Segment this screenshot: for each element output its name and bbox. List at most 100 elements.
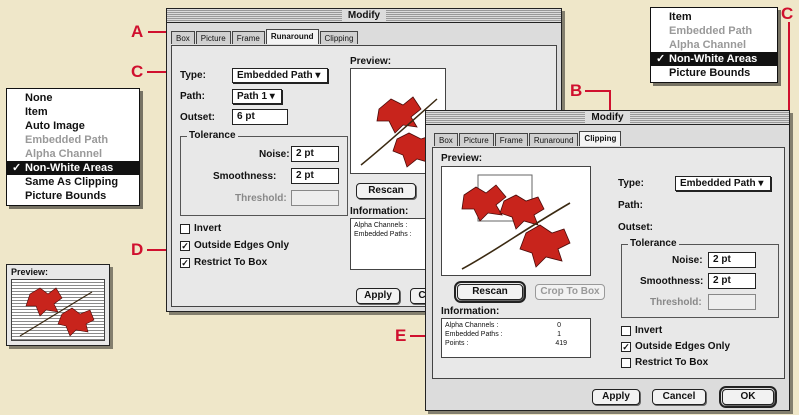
menu-item-item[interactable]: Item [651, 10, 777, 24]
checkmark-icon: ✓ [180, 257, 190, 268]
outside-edges-checkbox[interactable]: ✓ Outside Edges Only [621, 340, 730, 353]
menu-item-non-white-areas[interactable]: Non-White Areas [651, 52, 777, 66]
invert-checkbox[interactable]: Invert [621, 324, 662, 337]
ok-button[interactable]: OK [719, 386, 777, 408]
leaf-image [461, 174, 571, 270]
path-popup[interactable]: Path 1 ▾ [232, 89, 282, 104]
checkbox-box [621, 325, 631, 336]
tab-bar: Box Picture Frame Runaround Clipping [434, 131, 622, 146]
tab-box[interactable]: Box [171, 31, 195, 44]
dialog-title: Modify [341, 10, 387, 21]
checkbox-box [621, 357, 631, 368]
rescan-button[interactable]: Rescan [454, 281, 526, 303]
outside-edges-checkbox[interactable]: ✓ Outside Edges Only [180, 239, 289, 252]
type-label: Type: [180, 70, 206, 81]
small-preview-image [11, 279, 105, 341]
tolerance-title: Tolerance [187, 130, 238, 141]
info-row: Points :419 [445, 340, 567, 347]
menu-item-auto-image[interactable]: Auto Image [7, 119, 139, 133]
information-box: Alpha Channels :0 Embedded Paths :1 Poin… [441, 318, 591, 358]
noise-label: Noise: [259, 149, 290, 160]
tab-picture[interactable]: Picture [195, 31, 231, 44]
preview-label: Preview: [441, 153, 483, 164]
type-popup[interactable]: Embedded Path ▾ [232, 68, 328, 83]
callout-b: B [570, 81, 583, 100]
tab-frame[interactable]: Frame [494, 133, 528, 146]
information-label: Information: [441, 306, 500, 317]
outset-label: Outset: [180, 112, 215, 123]
outset-label: Outset: [618, 222, 653, 233]
outset-field[interactable]: 6 pt [232, 109, 288, 125]
checkmark-icon: ✓ [621, 341, 631, 352]
info-row: Embedded Paths :1 [445, 331, 561, 338]
restrict-to-box-checkbox[interactable]: Restrict To Box [621, 356, 708, 369]
clipping-preview [441, 166, 591, 276]
tab-frame[interactable]: Frame [231, 31, 265, 44]
menu-item-picture-bounds[interactable]: Picture Bounds [651, 66, 777, 80]
clipping-panel: Preview: Rescan Crop To Box Information:… [432, 147, 785, 379]
type-popup[interactable]: Embedded Path ▾ [675, 176, 771, 191]
callout-d: D [131, 240, 144, 259]
callout-c-left: C [131, 62, 144, 81]
menu-item-picture-bounds[interactable]: Picture Bounds [7, 189, 139, 203]
noise-field[interactable]: 2 pt [291, 146, 339, 162]
menu-item-alpha-channel: Alpha Channel [25, 148, 103, 160]
path-label: Path: [180, 91, 205, 102]
tab-clipping[interactable]: Clipping [579, 131, 622, 146]
clipping-type-menu: Item Embedded Path Alpha Channel Non-Whi… [650, 7, 778, 83]
tab-clipping[interactable]: Clipping [319, 31, 359, 44]
menu-item-item[interactable]: Item [7, 105, 139, 119]
threshold-label: Threshold: [650, 297, 702, 308]
invert-checkbox[interactable]: Invert [180, 222, 221, 235]
chevron-down-icon: ▾ [758, 178, 764, 189]
checkbox-box [180, 223, 190, 234]
threshold-field[interactable] [291, 190, 339, 206]
menu-item-non-white-areas[interactable]: Non-White Areas [7, 161, 139, 175]
tab-box[interactable]: Box [434, 133, 458, 146]
preview-label: Preview: [350, 56, 392, 67]
tab-picture[interactable]: Picture [458, 133, 494, 146]
apply-button[interactable]: Apply [592, 389, 640, 405]
menu-item-embedded-path: Embedded Path [25, 134, 109, 146]
chevron-down-icon: ▾ [269, 91, 275, 102]
callout-c-right: C [781, 4, 794, 23]
leaf-image [19, 287, 95, 337]
tolerance-group: Tolerance Noise: 2 pt Smoothness: 2 pt T… [180, 130, 348, 216]
menu-item-alpha-channel: Alpha Channel [669, 39, 747, 51]
smoothness-field[interactable]: 2 pt [708, 273, 756, 289]
dialog-clipping: Modify Box Picture Frame Runaround Clipp… [425, 110, 790, 411]
noise-field[interactable]: 2 pt [708, 252, 756, 268]
tolerance-title: Tolerance [628, 238, 679, 249]
information-label: Information: [350, 206, 409, 217]
menu-item-same-as-clipping[interactable]: Same As Clipping [7, 175, 139, 189]
threshold-label: Threshold: [235, 193, 287, 204]
crop-to-box-button[interactable]: Crop To Box [535, 284, 605, 300]
smoothness-field[interactable]: 2 pt [291, 168, 339, 184]
tolerance-group: Tolerance Noise: 2 pt Smoothness: 2 pt T… [621, 238, 779, 318]
smoothness-label: Smoothness: [640, 276, 704, 287]
smoothness-label: Smoothness: [213, 171, 277, 182]
tab-runaround[interactable]: Runaround [528, 133, 579, 146]
rescan-button[interactable]: Rescan [356, 183, 416, 199]
chevron-down-icon: ▾ [315, 70, 321, 81]
callout-a: A [131, 22, 144, 41]
threshold-field[interactable] [708, 294, 756, 310]
apply-button[interactable]: Apply [356, 288, 400, 304]
preview-label: Preview: [11, 267, 49, 277]
menu-item-none[interactable]: None [7, 91, 139, 105]
tab-runaround[interactable]: Runaround [265, 29, 319, 44]
info-row: Alpha Channels :0 [445, 322, 561, 329]
checkmark-icon: ✓ [180, 240, 190, 251]
type-label: Type: [618, 178, 644, 189]
menu-item-embedded-path: Embedded Path [669, 25, 753, 37]
runaround-type-menu: None Item Auto Image Embedded Path Alpha… [6, 88, 140, 206]
path-label: Path: [618, 200, 643, 211]
noise-label: Noise: [672, 255, 703, 266]
small-preview-panel: Preview: [6, 264, 110, 346]
cancel-button[interactable]: Cancel [652, 389, 706, 405]
dialog-title-bar[interactable]: Modify [167, 9, 561, 23]
tab-bar: Box Picture Frame Runaround Clipping [171, 29, 359, 44]
restrict-to-box-checkbox[interactable]: ✓ Restrict To Box [180, 256, 267, 269]
dialog-title-bar[interactable]: Modify [426, 111, 789, 125]
dialog-title: Modify [585, 112, 630, 123]
